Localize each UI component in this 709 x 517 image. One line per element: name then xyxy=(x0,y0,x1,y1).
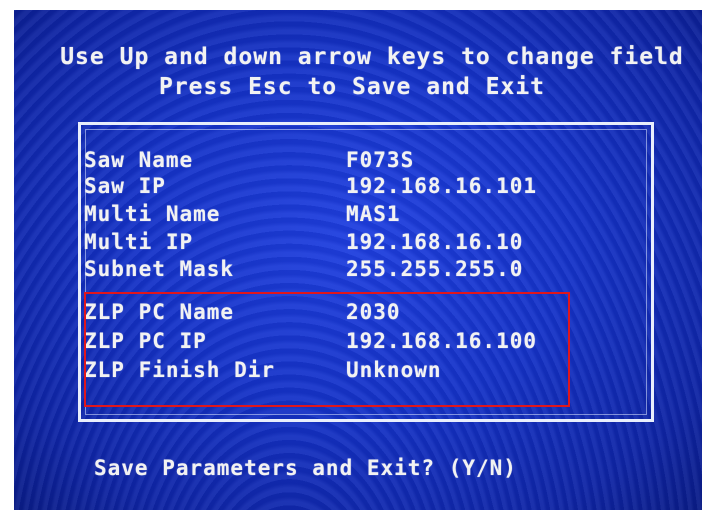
field-label: Subnet Mask xyxy=(84,257,235,281)
photo-frame: Use Up and down arrow keys to change fie… xyxy=(0,0,709,517)
field-value[interactable]: F073S xyxy=(346,148,414,172)
bios-screen: Use Up and down arrow keys to change fie… xyxy=(14,10,702,510)
field-value[interactable]: MAS1 xyxy=(346,202,401,226)
field-value[interactable]: 255.255.255.0 xyxy=(346,257,523,281)
field-value[interactable]: 192.168.16.10 xyxy=(346,230,523,254)
field-label: Saw Name xyxy=(84,148,194,172)
save-exit-prompt[interactable]: Save Parameters and Exit? (Y/N) xyxy=(94,456,517,480)
field-value[interactable]: 192.168.16.101 xyxy=(346,174,537,198)
field-label: Multi Name xyxy=(84,202,221,226)
field-label: Multi IP xyxy=(84,230,194,254)
instruction-line-2: Press Esc to Save and Exit xyxy=(158,74,546,100)
instruction-line-1: Use Up and down arrow keys to change fie… xyxy=(60,44,684,70)
highlight-annotation-box xyxy=(84,292,570,407)
field-label: Saw IP xyxy=(84,174,166,198)
